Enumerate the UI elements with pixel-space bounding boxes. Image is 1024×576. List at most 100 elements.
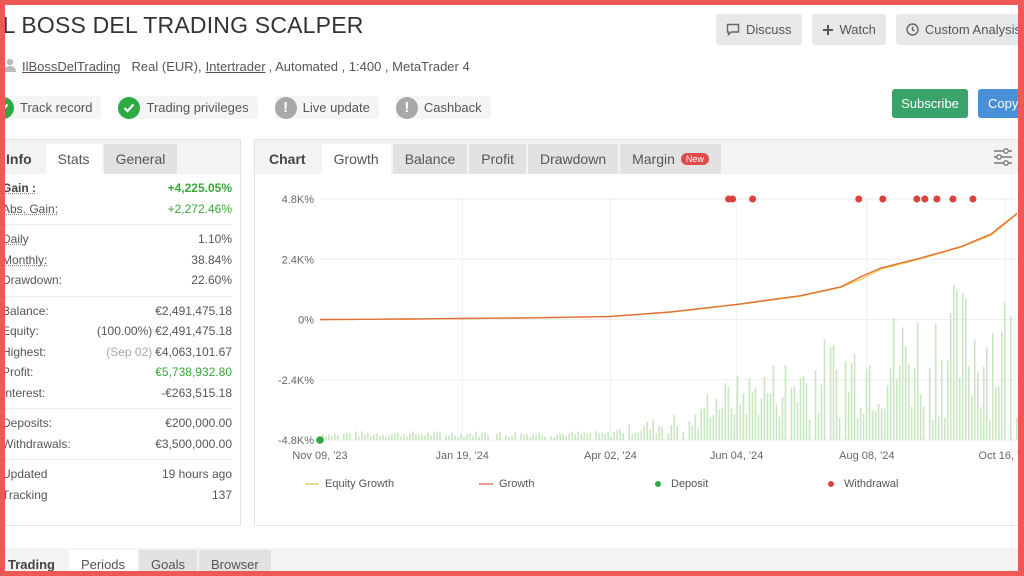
chart-tabbar: Chart Growth Balance Profit Drawdown Mar… (255, 140, 1024, 174)
legend-label: Deposit (671, 478, 709, 490)
stat-label[interactable]: Abs. Gain: (2, 202, 58, 216)
stat-value-prefix: (100.00%) (96, 324, 153, 339)
volume-bar (667, 433, 670, 440)
stat-value: +4,225.05% (168, 181, 232, 195)
tab-margin[interactable]: Margin New (620, 144, 721, 174)
volume-bar (982, 366, 985, 440)
badge-trading-privileges[interactable]: Trading privileges (118, 96, 258, 119)
volume-bar (391, 434, 393, 440)
badge-label: Trading privileges (146, 100, 249, 115)
copy-button[interactable]: Copy (978, 89, 1024, 118)
volume-bar (784, 365, 787, 440)
withdrawal-marker[interactable] (855, 195, 863, 203)
chat-bubble-icon (726, 23, 740, 36)
info-tab-header: Info (6, 151, 32, 167)
chart-settings-sliders-icon[interactable] (993, 148, 1013, 171)
custom-analysis-button[interactable]: Custom Analysis (895, 14, 1024, 45)
series-line-equity-growth[interactable] (320, 213, 1018, 321)
y-tick-label: -4.8K% (278, 435, 314, 447)
verification-badges: Track record Trading privileges ! Live u… (0, 96, 491, 119)
volume-bar (610, 436, 613, 440)
volume-bar (505, 435, 507, 440)
stat-label[interactable]: Daily (2, 232, 29, 246)
discuss-button[interactable]: Discuss (716, 14, 802, 45)
series-line-growth[interactable] (320, 212, 1018, 321)
legend-deposit[interactable]: Deposit (655, 478, 708, 490)
badge-track-record[interactable]: Track record (0, 96, 102, 119)
tab-general[interactable]: General (103, 144, 178, 174)
tab-periods[interactable]: Periods (68, 550, 138, 576)
volume-bar (415, 434, 417, 440)
watch-button[interactable]: Watch (811, 14, 886, 45)
volume-bar (694, 414, 697, 440)
tab-stats[interactable]: Stats (45, 144, 102, 174)
volume-bar (499, 431, 501, 440)
volume-bar (781, 397, 784, 440)
withdrawal-marker[interactable] (879, 195, 887, 203)
volume-bar (397, 432, 399, 440)
legend-equity-growth[interactable]: Equity Growth (305, 478, 394, 490)
volume-bar (838, 418, 841, 440)
legend-withdrawal[interactable]: Withdrawal (828, 478, 898, 490)
volume-bar (940, 359, 943, 440)
withdrawal-marker[interactable] (933, 195, 941, 203)
tab-drawdown[interactable]: Drawdown (527, 144, 619, 174)
stat-row: Tracking 137 (2, 485, 232, 506)
volume-bar (532, 434, 534, 440)
withdrawal-marker[interactable] (921, 195, 929, 203)
stat-value-text: 22.60% (191, 273, 232, 288)
volume-bar (922, 406, 925, 440)
volume-bar (946, 360, 949, 440)
stat-label: Tracking (2, 487, 48, 502)
broker-link[interactable]: Intertrader (206, 59, 266, 74)
withdrawal-marker[interactable] (729, 195, 737, 203)
badge-label: Track record (20, 100, 93, 115)
volume-bar (631, 434, 634, 440)
volume-bar (883, 408, 886, 440)
new-badge: New (680, 153, 709, 165)
stat-label[interactable]: Gain : (2, 181, 36, 195)
stat-label: Balance: (2, 303, 49, 318)
badge-cashback[interactable]: ! Cashback (395, 96, 491, 119)
badge-live-update[interactable]: ! Live update (274, 96, 379, 119)
volume-bar (559, 433, 561, 440)
tab-growth[interactable]: Growth (321, 144, 391, 174)
volume-bar (907, 364, 910, 440)
growth-chart[interactable]: 4.8K% 2.4K% 0% -2.4K% -4.8K% Nov 09, '23 Jan 1… (255, 174, 1024, 474)
withdrawal-marker[interactable] (969, 195, 977, 203)
tab-goals[interactable]: Goals (139, 550, 197, 576)
volume-bar (529, 436, 531, 440)
subscribe-button[interactable]: Subscribe (892, 89, 968, 118)
stat-value: +2,272.46% (168, 202, 232, 216)
volume-bar (985, 347, 988, 440)
volume-bar (805, 382, 808, 440)
username-link[interactable]: IlBossDelTrading (22, 59, 121, 74)
stat-row: Withdrawals: €3,500,000.00 (2, 434, 232, 455)
volume-bar (448, 435, 450, 440)
volume-bar (703, 408, 706, 440)
volume-bar (553, 436, 555, 440)
custom-analysis-label: Custom Analysis (924, 22, 1021, 37)
stat-value-prefix: (Sep 02) (106, 344, 153, 359)
legend-swatch (479, 483, 493, 485)
tab-profit[interactable]: Profit (469, 144, 526, 174)
deposit-marker[interactable] (316, 436, 324, 444)
volume-bar (949, 312, 952, 440)
withdrawal-marker[interactable] (913, 195, 921, 203)
withdrawal-marker[interactable] (949, 195, 957, 203)
tab-balance[interactable]: Balance (392, 144, 468, 174)
legend-growth[interactable]: Growth (479, 478, 534, 490)
volume-bar (829, 347, 832, 440)
withdrawal-marker[interactable] (749, 195, 757, 203)
volume-bar (862, 414, 865, 440)
stat-row: Updated 19 hours ago (2, 464, 232, 485)
check-circle-icon (118, 96, 141, 119)
tab-browser[interactable]: Browser (199, 550, 271, 576)
volume-bar (583, 432, 585, 440)
stat-label[interactable]: Monthly: (2, 253, 47, 267)
volume-bar (343, 434, 345, 440)
stat-value-text: €4,063,101.67 (155, 344, 232, 359)
stat-value: 22.60% (191, 273, 232, 287)
volume-bar (427, 432, 429, 440)
volume-bar (931, 419, 934, 440)
